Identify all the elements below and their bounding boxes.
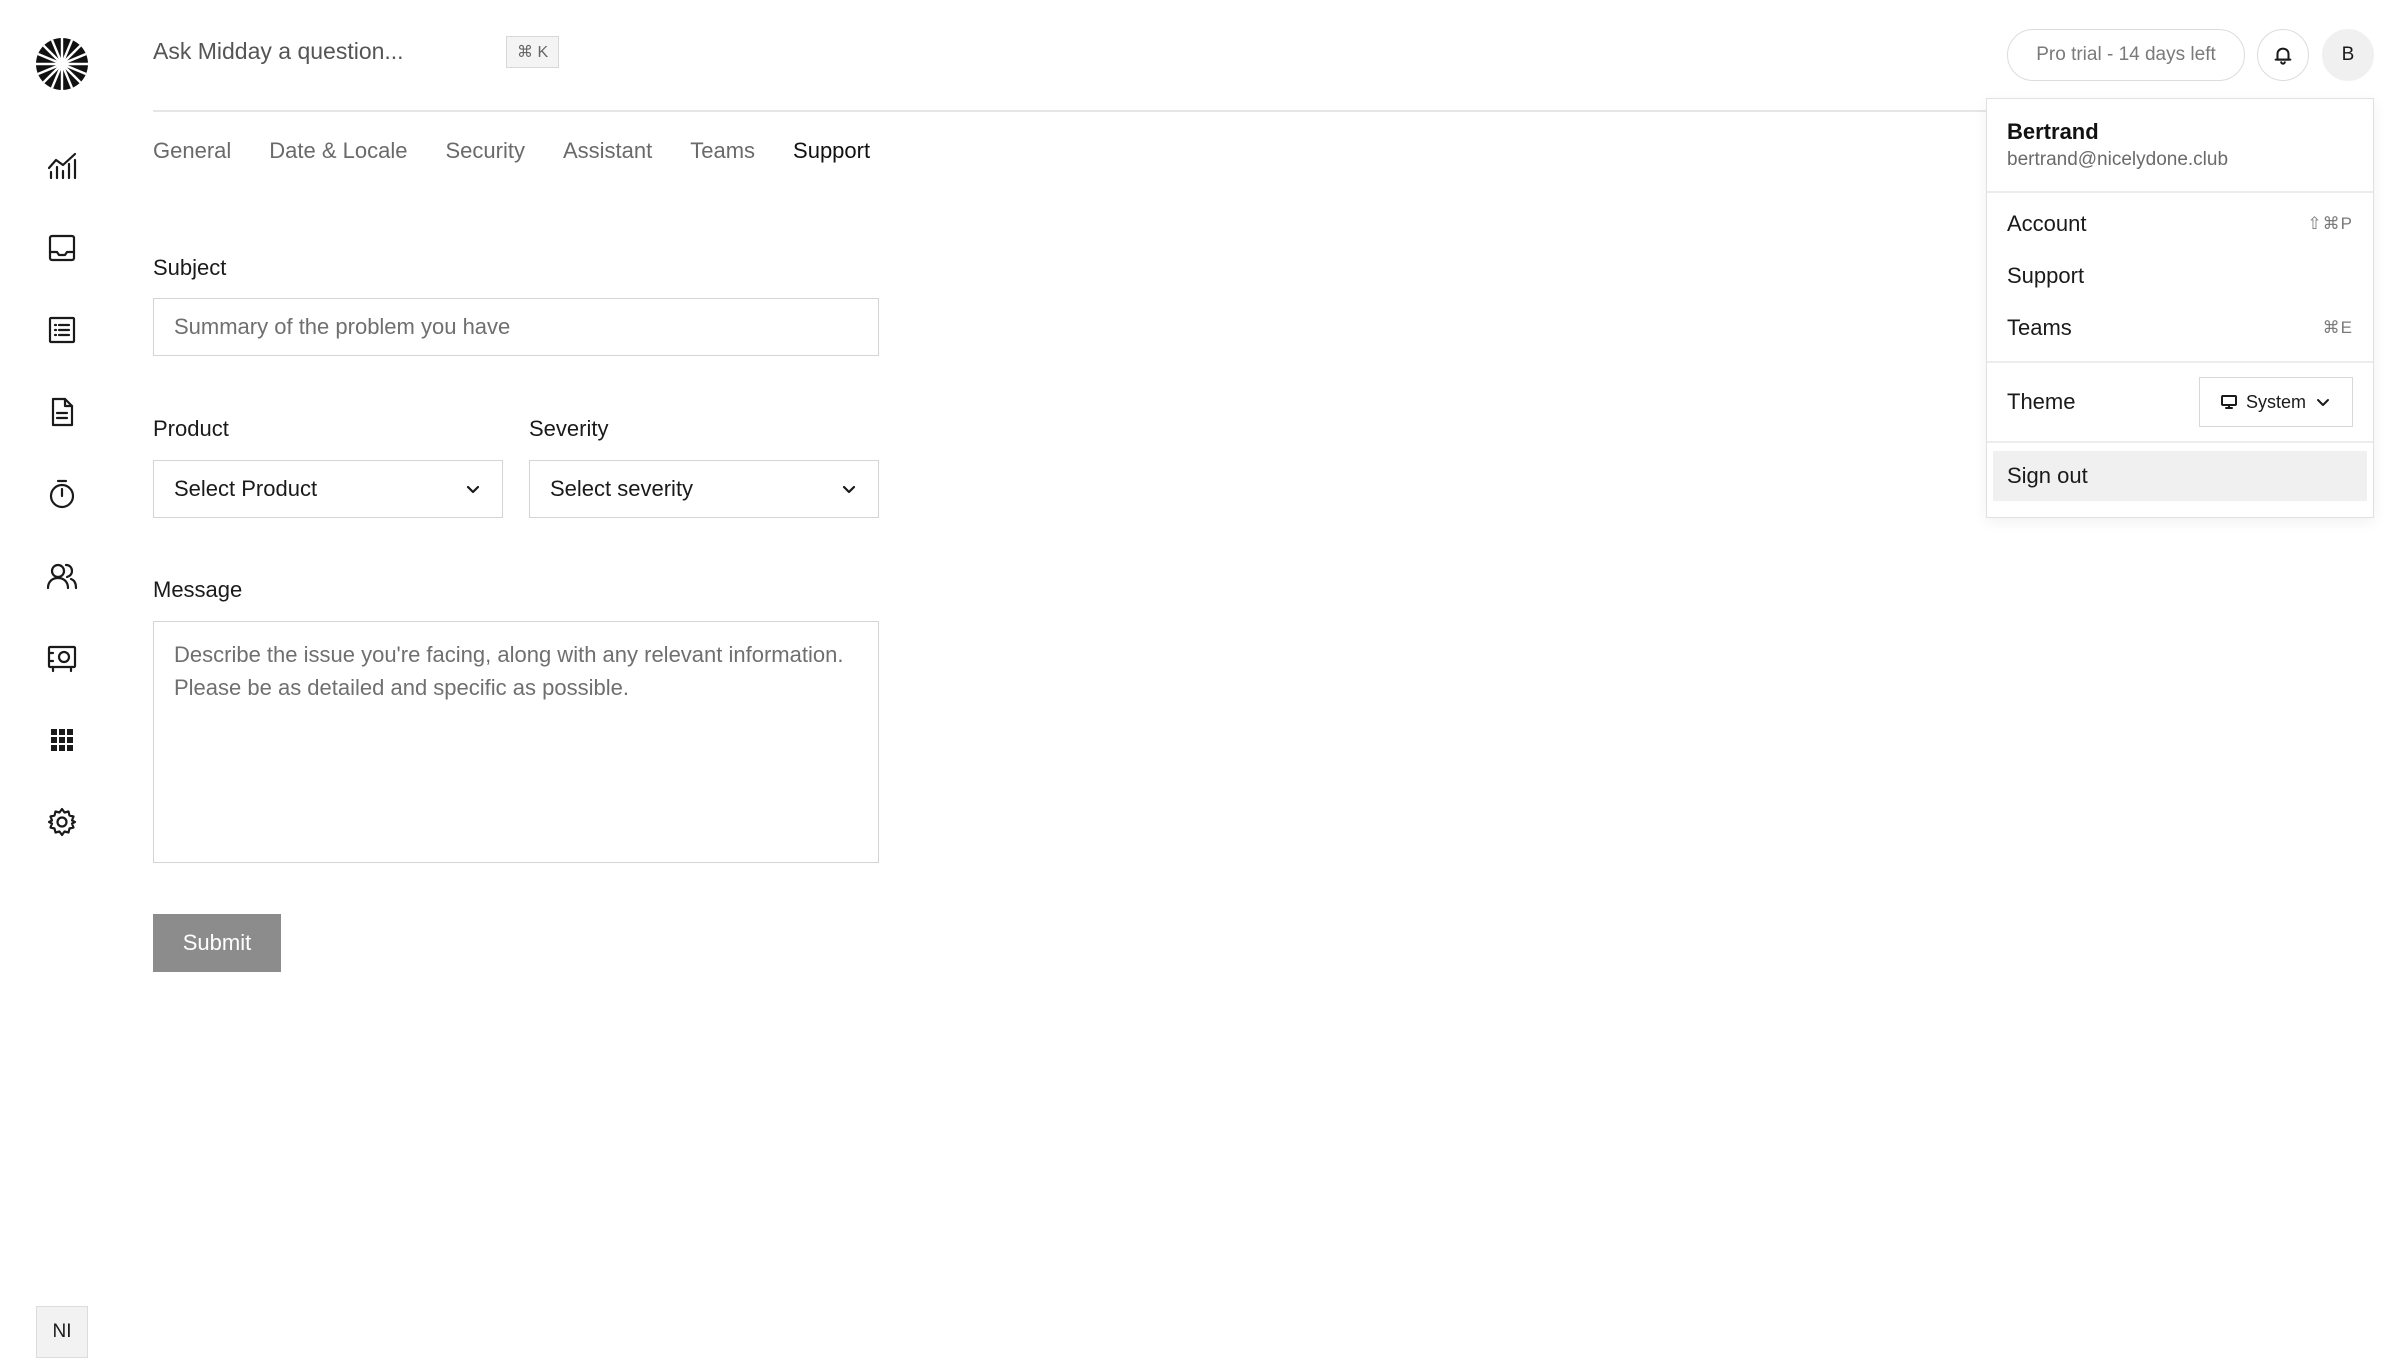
ask-input[interactable]: Ask Midday a question... (153, 38, 404, 65)
tab-date-locale[interactable]: Date & Locale (269, 138, 407, 164)
message-textarea[interactable]: Describe the issue you're facing, along … (153, 621, 879, 863)
timer-icon[interactable] (44, 476, 80, 512)
menu-item-teams[interactable]: Teams ⌘E (1993, 303, 2367, 353)
menu-item-label: Teams (2007, 315, 2072, 340)
invoice-icon[interactable] (44, 394, 80, 430)
message-label: Message (153, 577, 243, 602)
transactions-icon[interactable] (44, 312, 80, 348)
avatar[interactable]: B (2322, 29, 2374, 81)
menu-divider (1987, 361, 2373, 363)
menu-item-label: Support (2007, 263, 2085, 288)
tab-assistant[interactable]: Assistant (563, 138, 652, 164)
tab-support[interactable]: Support (793, 138, 870, 164)
team-initials: NI (52, 1321, 72, 1342)
product-select-value: Select Product (174, 476, 318, 501)
menu-item-account[interactable]: Account ⇧⌘P (1993, 199, 2367, 249)
product-label: Product (153, 416, 229, 441)
apps-icon[interactable] (44, 722, 80, 758)
theme-select[interactable]: System (2199, 377, 2353, 427)
menu-divider (1987, 441, 2373, 443)
menu-item-shortcut: ⌘E (2322, 318, 2353, 337)
menu-item-shortcut: ⇧⌘P (2307, 214, 2353, 233)
inbox-icon[interactable] (44, 230, 80, 266)
midday-logo-icon[interactable] (35, 37, 89, 91)
menu-item-theme: Theme System (1993, 371, 2367, 433)
chart-icon[interactable] (44, 148, 80, 184)
vault-icon[interactable] (44, 640, 80, 676)
sign-out-button[interactable]: Sign out (1993, 451, 2367, 501)
product-select[interactable]: Select Product (153, 460, 503, 518)
tab-general[interactable]: General (153, 138, 231, 164)
severity-label: Severity (529, 416, 609, 441)
notifications-button[interactable] (2257, 29, 2309, 81)
theme-label: Theme (2007, 389, 2076, 414)
shortcut-hint: ⌘ K (506, 36, 560, 68)
submit-button[interactable]: Submit (153, 914, 281, 972)
severity-select-value: Select severity (550, 476, 694, 501)
customers-icon[interactable] (44, 558, 80, 594)
tab-teams[interactable]: Teams (690, 138, 755, 164)
chevron-down-icon (466, 485, 480, 494)
user-name: Bertrand (2007, 119, 2099, 144)
chevron-down-icon (842, 485, 856, 494)
subject-label: Subject (153, 255, 227, 280)
chevron-down-icon (2317, 399, 2329, 406)
sidebar: NI (0, 0, 124, 1360)
severity-select[interactable]: Select severity (529, 460, 879, 518)
bell-icon (2274, 47, 2292, 65)
user-email: bertrand@nicelydone.club (2007, 149, 2229, 170)
menu-item-label: Account (2007, 211, 2087, 236)
header-divider (153, 110, 1993, 112)
user-menu: Bertrand bertrand@nicelydone.club Accoun… (1986, 98, 2374, 518)
tab-security[interactable]: Security (445, 138, 524, 164)
theme-select-value: System (2245, 391, 2306, 412)
team-switcher[interactable]: NI (36, 1306, 88, 1358)
trial-badge[interactable]: Pro trial - 14 days left (2007, 29, 2245, 81)
menu-divider (1987, 191, 2373, 193)
monitor-icon (2220, 395, 2237, 409)
menu-item-support[interactable]: Support (1993, 251, 2367, 301)
sign-out-label: Sign out (2007, 463, 2088, 488)
settings-icon[interactable] (44, 804, 80, 840)
settings-tabs: General Date & Locale Security Assistant… (153, 138, 908, 164)
subject-input[interactable]: Summary of the problem you have (153, 298, 879, 356)
